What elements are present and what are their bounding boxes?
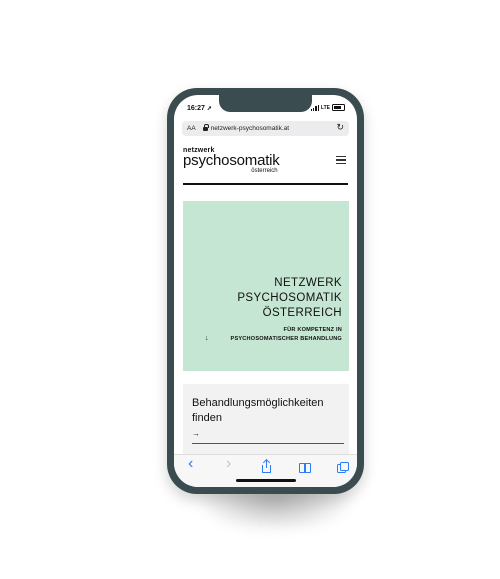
url-text[interactable]: netzwerk-psychosomatik.at — [211, 125, 289, 132]
site-logo[interactable]: netzwerk psychosomatik österreich — [183, 147, 280, 174]
phone-notch — [219, 95, 312, 112]
network-type: LTE — [320, 104, 330, 111]
arrow-right-icon[interactable]: → — [192, 429, 200, 438]
arrow-down-icon[interactable]: ↓ — [205, 335, 209, 342]
hero-banner: NETZWERK PSYCHOSOMATIK ÖSTERREICH FÜR KO… — [183, 201, 349, 371]
home-indicator — [236, 479, 296, 482]
card-title: Behandlungsmöglichkeiten finden — [192, 397, 324, 424]
status-time: 16:27 ➚ — [187, 105, 212, 112]
browser-toolbar: ‹ › — [174, 454, 357, 487]
lock-icon — [202, 124, 209, 131]
location-icon: ➚ — [206, 106, 212, 112]
phone-screen: 16:27 ➚ LTE AA netzwerk-psychosomatik.at… — [174, 95, 357, 487]
address-bar[interactable]: AA netzwerk-psychosomatik.at ↻ — [182, 121, 349, 136]
reload-icon[interactable]: ↻ — [336, 122, 344, 133]
menu-icon[interactable] — [336, 156, 346, 164]
back-icon[interactable]: ‹ — [188, 456, 193, 472]
status-indicators: LTE — [310, 104, 345, 111]
battery-icon — [332, 104, 345, 111]
signal-icon — [310, 104, 319, 111]
card-underline — [192, 443, 344, 444]
text-size-button[interactable]: AA — [187, 125, 196, 132]
tabs-icon[interactable] — [337, 462, 349, 473]
treatment-options-card[interactable]: Behandlungsmöglichkeiten finden → — [183, 384, 349, 454]
logo-line-psychosomatik: psychosomatik — [183, 152, 280, 169]
share-icon[interactable] — [262, 458, 271, 473]
header-divider — [183, 183, 348, 185]
hero-subtitle: FÜR KOMPETENZ IN PSYCHOSOMATISCHER BEHAN… — [230, 327, 342, 342]
forward-icon[interactable]: › — [226, 456, 231, 472]
bookmarks-icon[interactable] — [299, 463, 311, 473]
hero-title: NETZWERK PSYCHOSOMATIK ÖSTERREICH — [237, 277, 342, 319]
